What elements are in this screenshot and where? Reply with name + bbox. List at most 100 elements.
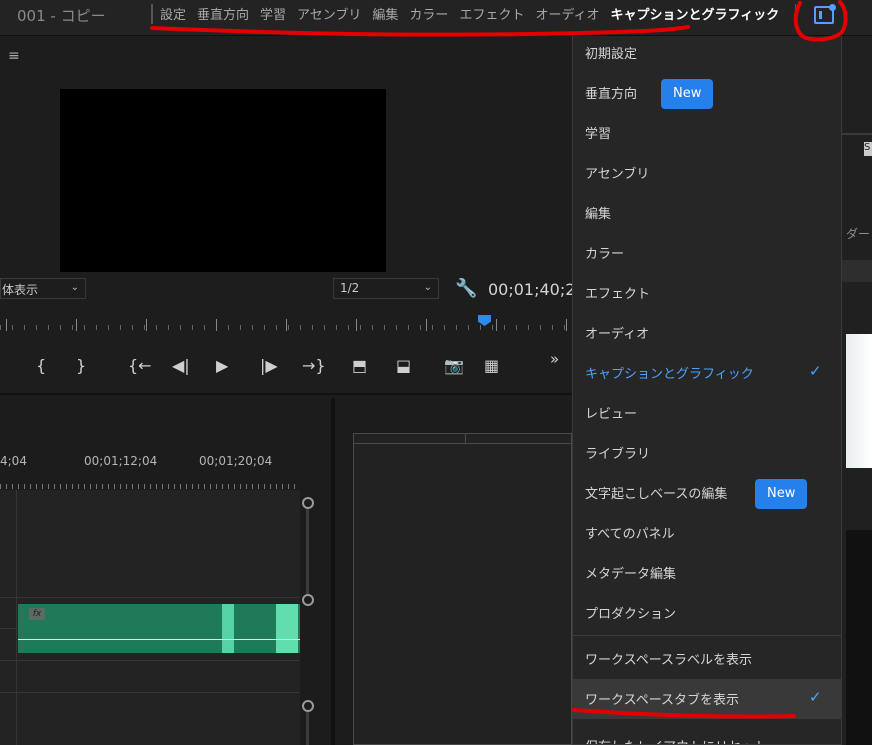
red-annotation-underline [572,708,796,719]
panel-divider [842,133,872,135]
go-to-in-icon[interactable]: {← [128,356,152,375]
panel-dark-area [846,530,872,745]
checkmark-icon: ✓ [809,688,822,706]
menu-item-label: 初期設定 [585,47,638,62]
menu-item-label: 文字起こしベースの編集 [585,487,728,502]
workspace-tab[interactable]: 垂直方向 [197,4,249,23]
workspace-tabs: 設定 垂直方向 学習 アセンブリ 編集 カラー エフェクト オーディオ キャプションとグラフィッ… [160,4,790,23]
fit-select-value: 体表示 [2,283,39,297]
workspace-menu-item[interactable]: エフェクト [573,273,841,313]
mark-in-icon[interactable]: { [36,356,46,375]
volume-line[interactable] [18,639,300,640]
export-frame-icon[interactable]: 📷 [444,356,464,375]
workspace-menu-item[interactable]: ライブラリ [573,433,841,473]
fit-select[interactable]: 体表示 ⌄ [0,278,86,299]
resolution-select[interactable]: 1/2 ⌄ [333,278,439,299]
workspace-menu-item[interactable]: プロダクション [573,593,841,633]
workspace-menu-item[interactable]: キャプションとグラフィック ✓ [573,353,841,393]
frame-line [354,443,573,444]
scroll-track[interactable] [306,712,309,745]
workspace-menu-item[interactable]: オーディオ [573,313,841,353]
scroll-handle[interactable] [302,594,314,606]
workspace-tab[interactable]: 設定 [160,4,186,23]
menu-item-label: 編集 [585,207,612,222]
program-video-frame [60,89,386,272]
lift-icon[interactable]: ⬒ [352,356,367,375]
panel-band [842,260,872,282]
new-badge: New [755,479,808,509]
panel-badge: S [864,142,872,156]
menu-item-label: ワークスペースラベルを表示 [585,653,753,668]
overflow-icon[interactable]: » [550,350,559,368]
menu-item-label: レビュー [585,407,638,422]
new-badge: New [661,79,714,109]
secondary-frame [353,433,573,745]
menu-item-label: キャプションとグラフィック [585,367,754,382]
panel-menu-icon[interactable]: ≡ [8,48,20,64]
workspace-menu-item[interactable]: 保存したレイアウトにリセット [573,726,841,744]
workspace-menu-item[interactable]: 垂直方向 New [573,73,841,113]
workspace-menu-item[interactable]: 編集 [573,193,841,233]
menu-item-label: プロダクション [585,607,677,622]
track-line [0,692,300,693]
workspace-tab[interactable]: エフェクト [459,4,524,23]
workspace-tab[interactable]: キャプションとグラフィック [611,4,780,23]
step-back-icon[interactable]: ◀| [172,356,190,375]
workspace-tab[interactable]: カラー [409,4,448,23]
workspace-menu: 初期設定垂直方向 New 学習アセンブリ編集カラーエフェクトオーディオキャプションと… [572,36,842,745]
workspace-tab[interactable]: 学習 [260,4,286,23]
audio-waveform [276,604,298,653]
menu-item-label: メタデータ編集 [585,567,677,582]
menu-item-label: 学習 [585,127,612,142]
workspace-tab[interactable]: オーディオ [535,4,599,23]
red-annotation-circle [793,0,848,42]
panel-divider[interactable] [0,393,572,395]
workspace-menu-item[interactable]: レビュー [573,393,841,433]
menu-item-label: エフェクト [585,287,651,302]
mark-out-icon[interactable]: } [76,356,86,375]
timeline-time-label: 00;01;12;04 [84,454,158,468]
wrench-icon[interactable]: 🔧 [455,278,477,299]
workspace-menu-item[interactable]: アセンブリ [573,153,841,193]
workspace-menu-item[interactable]: ワークスペースラベルを表示 [573,639,841,679]
play-icon[interactable]: ▶ [216,356,228,375]
timeline-ruler[interactable] [0,480,300,490]
secondary-panel [336,398,573,745]
track-header-divider [16,490,17,745]
checkmark-icon: ✓ [809,362,822,380]
scroll-handle[interactable] [302,700,314,712]
track-line [0,597,300,598]
menu-item-label: 垂直方向 [585,87,638,102]
timeline-panel: 4;04 00;01;12;04 00;01;20;04 fx [0,398,330,745]
workspace-menu-item[interactable]: カラー [573,233,841,273]
workspace-tab[interactable]: 編集 [372,4,398,23]
timeline-clip[interactable]: fx [18,604,300,653]
playhead-timecode[interactable]: 00;01;40;2 [488,280,575,299]
panel-partial-label: ダー [846,227,871,241]
go-to-out-icon[interactable]: →} [302,356,326,375]
workspace-menu-item[interactable]: すべてのパネル [573,513,841,553]
workspace-tab[interactable]: アセンブリ [297,4,361,23]
frame-line [465,434,466,444]
audio-waveform [222,604,234,653]
scroll-handle[interactable] [302,497,314,509]
fx-badge: fx [29,608,45,620]
sequence-title: 001 - コピー [17,7,106,25]
menu-item-label: カラー [585,247,625,262]
menu-item-label: ライブラリ [585,447,651,462]
resolution-value: 1/2 [340,281,360,295]
step-forward-icon[interactable]: |▶ [260,356,278,375]
workspace-menu-item[interactable]: メタデータ編集 [573,553,841,593]
red-annotation-underline [150,25,690,37]
extract-icon[interactable]: ⬓ [396,356,411,375]
menu-item-label: オーディオ [585,327,650,342]
workspace-menu-item[interactable]: 文字起こしベースの編集 New [573,473,841,513]
workspace-menu-item[interactable]: 学習 [573,113,841,153]
menu-item-label: すべてのパネル [585,527,675,542]
comparison-view-icon[interactable]: ▦ [484,356,499,375]
panel-divider[interactable] [331,398,335,745]
menu-item-label: アセンブリ [585,167,650,182]
scroll-track[interactable] [306,508,309,596]
track-line [0,660,300,661]
menu-item-label: 保存したレイアウトにリセット [585,736,767,744]
